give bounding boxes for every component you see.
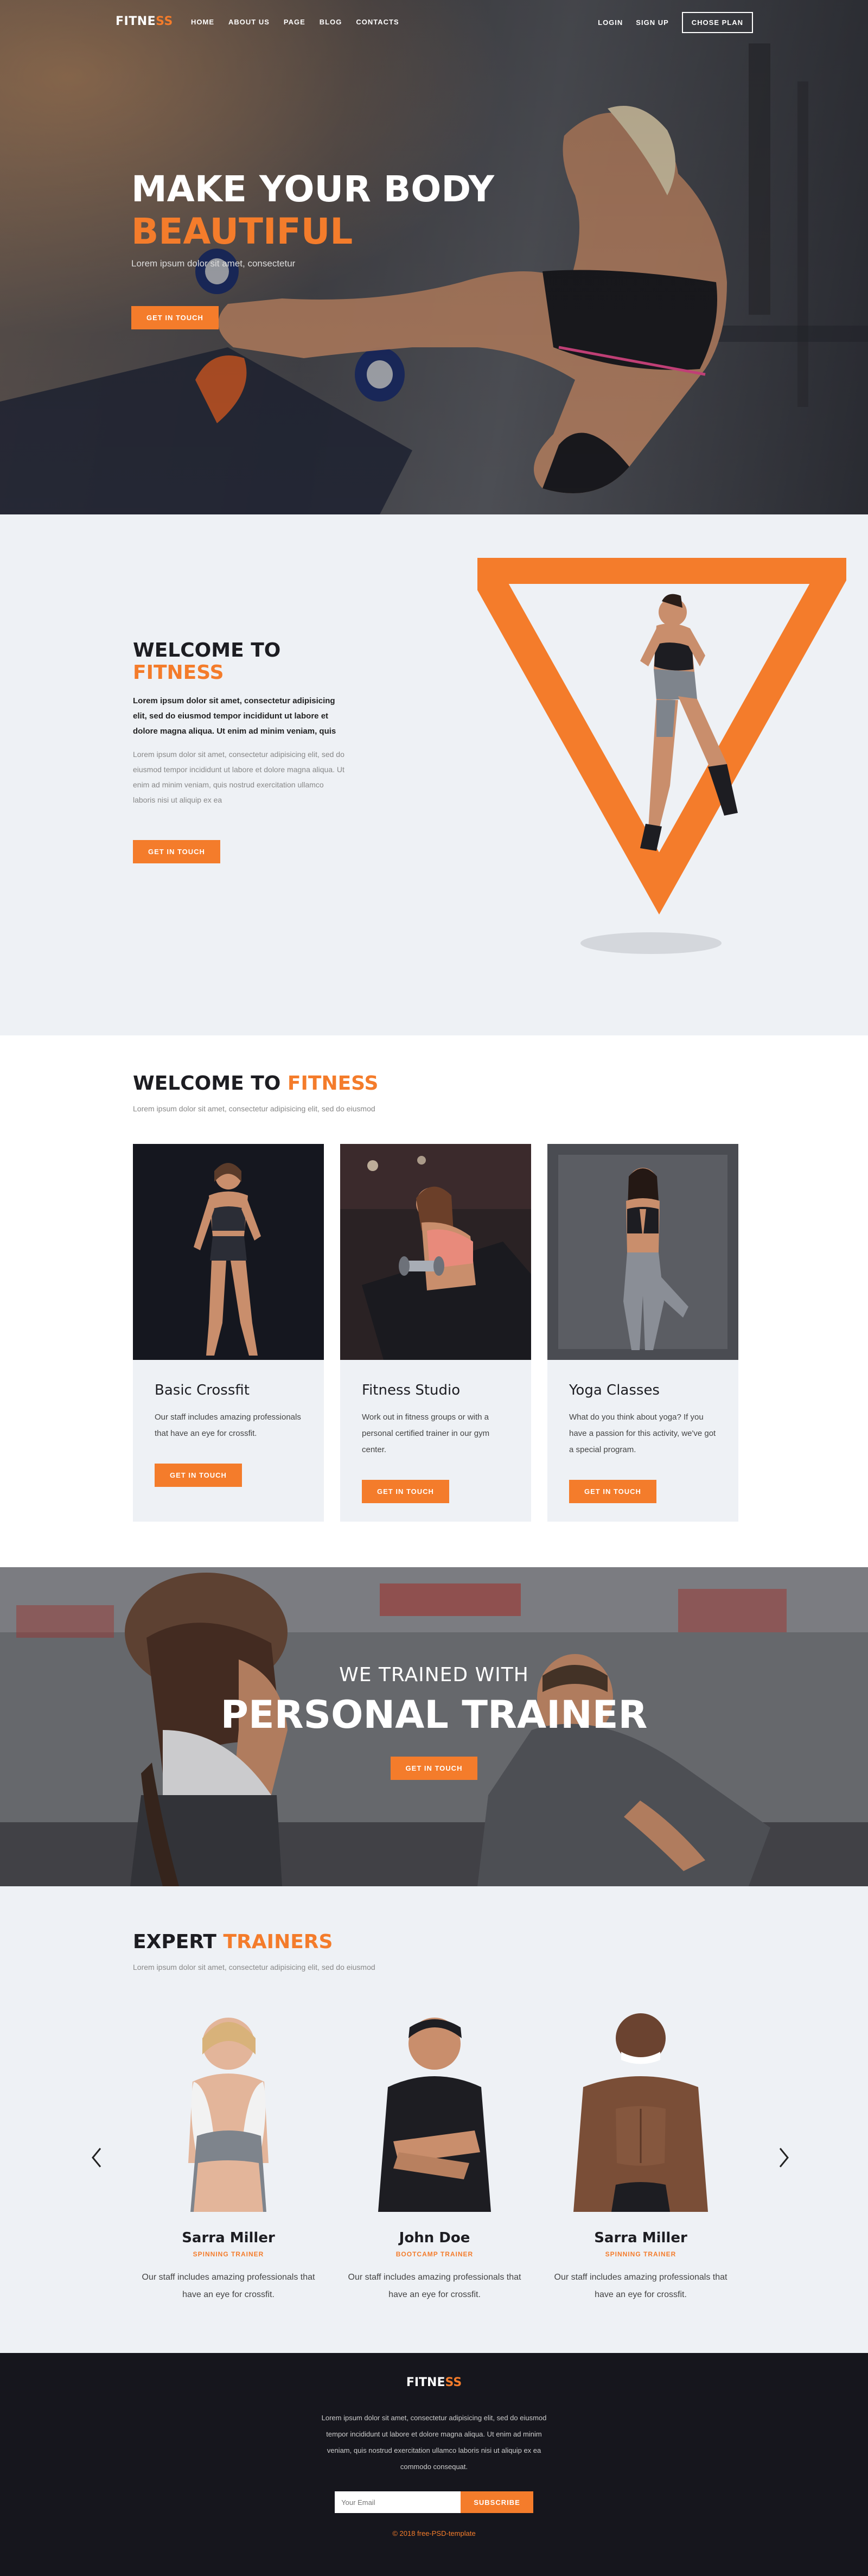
experts-header: EXPERT TRAINERS Lorem ipsum dolor sit am… [133,1931,375,1971]
personal-trainer-banner: WE TRAINED WITH PERSONAL TRAINER GET IN … [0,1567,868,1886]
welcome-get-in-touch-button[interactable]: GET IN TOUCH [133,840,220,863]
service-card-studio: Fitness Studio Work out in fitness group… [340,1144,531,1522]
crossfit-get-in-touch-button[interactable]: GET IN TOUCH [155,1464,242,1487]
trainer-name: John Doe [399,2230,470,2246]
hero-subtitle: Lorem ipsum dolor sit amet, consectetur [131,258,296,269]
welcome-body-text: Lorem ipsum dolor sit amet, consectetur … [133,750,344,804]
nav-blog[interactable]: BLOG [320,18,342,26]
trainer-description: Our staff includes amazing professionals… [348,2273,521,2299]
trainer-card: Sarra Miller SPINNING TRAINER Our staff … [545,2000,736,2304]
trainer-card: Sarra Miller SPINNING TRAINER Our staff … [133,2000,324,2304]
expert-trainers-section: EXPERT TRAINERS Lorem ipsum dolor sit am… [0,1886,868,2353]
services-header: WELCOME TO FITNESS Lorem ipsum dolor sit… [133,1072,378,1113]
banner-content: WE TRAINED WITH PERSONAL TRAINER GET IN … [0,1664,868,1780]
subscribe-button[interactable]: SUBSCRIBE [461,2491,533,2513]
footer: FITNESS Lorem ipsum dolor sit amet, cons… [0,2353,868,2576]
service-card-crossfit: Basic Crossfit Our staff includes amazin… [133,1144,324,1522]
hero-get-in-touch-button[interactable]: GET IN TOUCH [131,306,219,329]
nav-about-us[interactable]: ABOUT US [228,18,270,26]
trainer-photo [573,2013,708,2212]
trainer-name: Sarra Miller [594,2230,687,2246]
service-card-yoga: Yoga Classes What do you think about yog… [547,1144,738,1522]
card-description: Our staff includes amazing professionals… [155,1413,301,1438]
welcome-athlete-image [477,558,846,954]
yoga-get-in-touch-button[interactable]: GET IN TOUCH [569,1480,656,1503]
welcome-bold-text: Lorem ipsum dolor sit amet, consectetur … [133,696,336,736]
studio-image [340,1144,531,1360]
card-body: Basic Crossfit Our staff includes amazin… [133,1363,324,1506]
card-title: Basic Crossfit [155,1382,250,1398]
crossfit-image [133,1144,324,1360]
trainer-role: SPINNING TRAINER [193,2250,264,2258]
card-description: Work out in fitness groups or with a per… [362,1413,490,1454]
banner-get-in-touch-button[interactable]: GET IN TOUCH [390,1757,478,1780]
services-subtitle: Lorem ipsum dolor sit amet, consectetur … [133,1104,375,1113]
card-title: Fitness Studio [362,1382,461,1398]
trainer-role: SPINNING TRAINER [605,2250,676,2258]
newsletter-form: SUBSCRIBE [0,2491,868,2513]
carousel-prev-arrow[interactable] [88,2144,105,2171]
card-body: Fitness Studio Work out in fitness group… [340,1363,531,1523]
nav-links: HOME ABOUT US PAGE BLOG CONTACTS [191,18,413,26]
banner-small-title: WE TRAINED WITH [339,1664,529,1686]
chevron-right-icon [779,2148,789,2167]
email-input[interactable] [335,2491,461,2513]
trainer-description: Our staff includes amazing professionals… [142,2273,315,2299]
footer-logo[interactable]: FITNESS [0,2353,868,2389]
trainer-role: BOOTCAMP TRAINER [395,2250,474,2258]
hero-content: MAKE YOUR BODY BEAUTIFUL Lorem ipsum dol… [131,168,494,329]
logo[interactable]: FITNESS [116,15,173,28]
service-cards: Basic Crossfit Our staff includes amazin… [133,1144,738,1522]
hero-section: FITNESS HOME ABOUT US PAGE BLOG CONTACTS… [0,0,868,514]
login-link[interactable]: LOGIN [598,18,623,27]
signup-link[interactable]: SIGN UP [636,18,668,27]
hero-title-line2: BEAUTIFUL [131,211,353,252]
services-title: WELCOME TO FITNESS [133,1072,379,1095]
nav-page[interactable]: PAGE [284,18,305,26]
trainer-name: Sarra Miller [182,2230,275,2246]
welcome-section: WELCOME TO FITNESS Lorem ipsum dolor sit… [0,514,868,1035]
banner-big-title: PERSONAL TRAINER [220,1693,648,1737]
card-body: Yoga Classes What do you think about yog… [547,1363,738,1523]
trainer-card: John Doe BOOTCAMP TRAINER Our staff incl… [339,2000,530,2304]
nav-home[interactable]: HOME [191,18,214,26]
services-section: WELCOME TO FITNESS Lorem ipsum dolor sit… [0,1035,868,1567]
chevron-left-icon [92,2148,101,2167]
footer-text: Lorem ipsum dolor sit amet, consectetur … [321,2414,547,2471]
trainer-list: Sarra Miller SPINNING TRAINER Our staff … [133,2000,736,2304]
welcome-title: WELCOME TO FITNESS [133,639,281,684]
experts-subtitle: Lorem ipsum dolor sit amet, consectetur … [133,1963,375,1971]
carousel-next-arrow[interactable] [776,2144,792,2171]
trainer-description: Our staff includes amazing professionals… [554,2273,727,2299]
hero-title-line1: MAKE YOUR BODY [131,168,495,210]
nav-contacts[interactable]: CONTACTS [356,18,399,26]
trainer-photo [188,2018,269,2212]
nav-account: LOGIN SIGN UP CHOSE PLAN [598,12,753,33]
yoga-image [547,1144,738,1360]
card-title: Yoga Classes [569,1382,660,1398]
top-navigation: FITNESS HOME ABOUT US PAGE BLOG CONTACTS… [0,0,868,44]
trainer-photo [378,2018,491,2212]
experts-title: EXPERT TRAINERS [133,1931,333,1953]
studio-get-in-touch-button[interactable]: GET IN TOUCH [362,1480,449,1503]
copyright: © 2018 free-PSD-template [392,2529,476,2537]
welcome-content: WELCOME TO FITNESS Lorem ipsum dolor sit… [133,639,344,863]
card-description: What do you think about yoga? If you hav… [569,1413,716,1454]
chose-plan-button[interactable]: CHOSE PLAN [681,12,753,33]
